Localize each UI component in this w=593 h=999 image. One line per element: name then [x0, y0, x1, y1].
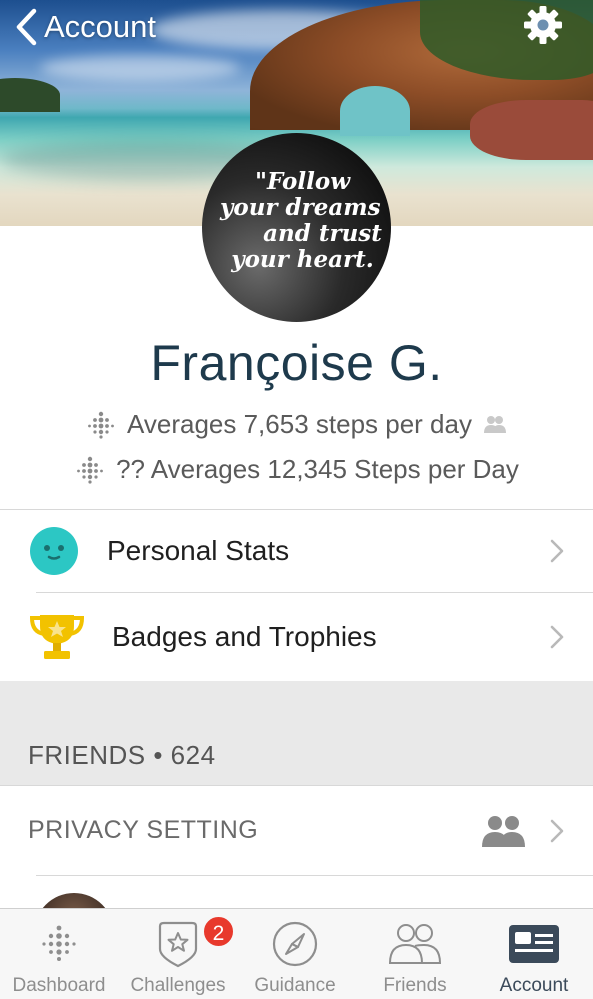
tab-guidance[interactable]: Guidance [240, 909, 350, 999]
avatar-quote-line: and trust [263, 220, 382, 247]
stat-line-steps: Averages 7,653 steps per day [0, 408, 593, 440]
friends-icon [483, 416, 506, 433]
tab-friends[interactable]: Friends [360, 909, 470, 999]
fitbit-dots-icon [42, 925, 76, 961]
fitbit-dots-icon [77, 456, 103, 484]
personal-stats-icon [30, 527, 78, 575]
badges-trophies-row[interactable]: Badges and Trophies [0, 593, 593, 681]
gear-icon [524, 6, 562, 44]
cover-rocks [470, 100, 593, 160]
id-card-icon [509, 925, 559, 963]
divider [36, 875, 593, 876]
tab-label: Account [499, 975, 569, 996]
challenges-notification-badge: 2 [202, 915, 235, 948]
stat-line-steps-secondary: ?? Averages 12,345 Steps per Day [0, 453, 593, 485]
profile-avatar[interactable]: "Follow your dreams and trust your heart… [202, 133, 391, 322]
cover-cloud [40, 55, 240, 81]
star-badge-icon [158, 921, 198, 968]
tab-dashboard[interactable]: Dashboard [4, 909, 114, 999]
stat-text: Averages 7,653 steps per day [127, 408, 472, 439]
fitbit-dots-icon [88, 411, 114, 439]
cover-island [0, 78, 60, 112]
chevron-right-icon [550, 625, 564, 649]
avatar-quote-line: your heart. [231, 246, 374, 273]
trophy-icon [30, 615, 84, 659]
tab-label: Dashboard [12, 975, 106, 996]
friends-section-header: FRIENDS • 624 [28, 740, 216, 770]
personal-stats-row[interactable]: Personal Stats [0, 510, 593, 592]
chevron-right-icon [550, 539, 564, 563]
badges-trophies-label: Badges and Trophies [112, 621, 377, 652]
back-button[interactable]: Account [14, 8, 156, 46]
tab-label: Friends [383, 975, 447, 996]
personal-stats-label: Personal Stats [107, 535, 290, 566]
tab-bar: Dashboard Challenges Guidance Friends Ac… [0, 908, 593, 999]
tab-label: Challenges [130, 975, 226, 996]
privacy-setting-row[interactable]: PRIVACY SETTING [0, 786, 593, 875]
privacy-setting-label: PRIVACY SETTING [28, 816, 259, 844]
avatar-quote-line: "Follow [254, 168, 350, 195]
stat-text: ?? Averages 12,345 Steps per Day [116, 453, 519, 484]
chevron-right-icon [550, 819, 564, 842]
friends-icon [388, 924, 442, 964]
profile-name: Françoise G. [150, 335, 443, 391]
settings-button[interactable] [523, 5, 563, 45]
tab-label: Guidance [254, 975, 336, 996]
back-label: Account [44, 9, 157, 44]
avatar-quote-line: your dreams [220, 194, 381, 221]
chevron-left-icon [16, 8, 37, 46]
tab-account[interactable]: Account [478, 909, 590, 999]
avatar-quote: "Follow your dreams and trust your heart… [202, 169, 391, 273]
friends-icon [482, 815, 525, 847]
cover-rock-arch [340, 86, 410, 136]
compass-icon [272, 921, 318, 967]
